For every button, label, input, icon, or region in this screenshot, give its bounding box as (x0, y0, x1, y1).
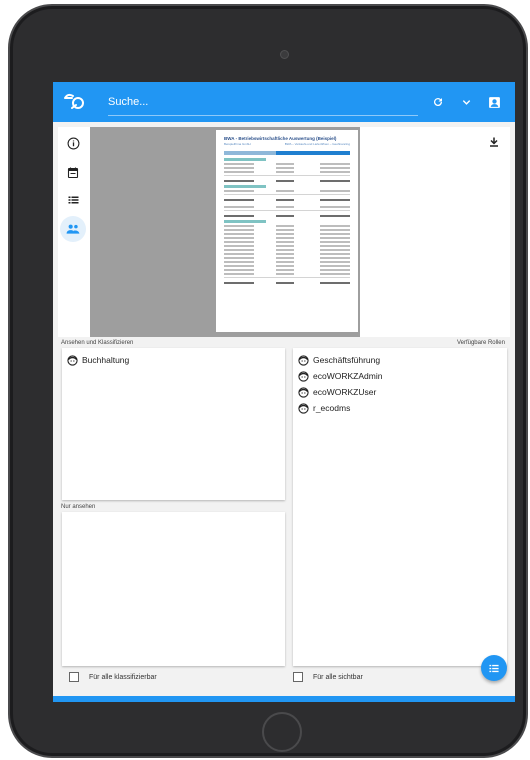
document-line (224, 225, 350, 227)
document-line (224, 167, 350, 169)
tablet-frame: BWA - Betriebswirtschaftliche Auswertung… (8, 4, 528, 758)
account-box-icon[interactable] (485, 93, 503, 111)
classify-all-label: Für alle klassifizierbar (89, 673, 157, 681)
document-line (224, 282, 350, 284)
classify-all-checkbox[interactable] (69, 672, 79, 682)
search-box (108, 88, 418, 116)
document-line (224, 257, 350, 259)
role-name: r_ecodms (313, 403, 351, 413)
document-line (224, 241, 350, 243)
document-line (224, 199, 350, 201)
calendar-icon[interactable] (65, 164, 81, 180)
document-table-header (224, 151, 350, 155)
visible-all-label: Für alle sichtbar (313, 673, 363, 681)
document-line (224, 261, 350, 263)
view-only-roles-list[interactable] (62, 512, 285, 666)
face-icon (67, 354, 78, 366)
document-subtitle-row: Beispielfirma GmbH BWA – Verkaufs-und Li… (224, 142, 350, 146)
face-icon (298, 386, 309, 398)
role-name: ecoWORKZUser (313, 387, 377, 397)
document-section-bar (224, 220, 266, 223)
role-item-geschaeftsfuehrung[interactable]: Geschäftsführung (293, 352, 507, 368)
search-input[interactable] (108, 88, 418, 115)
classify-label: Ansehen und Klassifizieren (61, 340, 134, 346)
document-line (224, 171, 350, 173)
app-screen: BWA - Betriebswirtschaftliche Auswertung… (53, 82, 515, 702)
document-line (224, 253, 350, 255)
document-line (224, 249, 350, 251)
document-separator (224, 277, 350, 278)
document-line (224, 190, 350, 192)
home-button[interactable] (262, 712, 302, 752)
view-only-label: Nur ansehen (61, 504, 96, 510)
document-line (224, 245, 350, 247)
document-line (224, 265, 350, 267)
document-page[interactable]: BWA - Betriebswirtschaftliche Auswertung… (216, 130, 358, 332)
document-line (224, 215, 350, 217)
chevron-down-icon[interactable] (457, 93, 475, 111)
document-line (224, 233, 350, 235)
classify-roles-list[interactable]: Buchhaltung (62, 348, 285, 500)
document-section-bar (224, 185, 266, 188)
document-company: Beispielfirma GmbH (224, 142, 251, 146)
document-title: BWA - Betriebswirtschaftliche Auswertung… (224, 136, 337, 141)
bottom-bar (53, 696, 515, 702)
document-subtitle: BWA – Verkaufs-und Lieferöffnen – Geofin… (284, 142, 350, 146)
face-icon (298, 370, 309, 382)
camera (280, 50, 289, 59)
download-icon[interactable] (488, 135, 500, 153)
document-line (224, 206, 350, 208)
role-item-ecoworkzadmin[interactable]: ecoWORKZAdmin (293, 368, 507, 384)
visible-all-row[interactable]: Für alle sichtbar (293, 666, 363, 688)
role-item-r-ecodms[interactable]: r_ecodms (293, 400, 507, 416)
document-preview-card: BWA - Betriebswirtschaftliche Auswertung… (58, 127, 510, 337)
role-item-buchhaltung[interactable]: Buchhaltung (62, 352, 285, 368)
role-name: Buchhaltung (82, 355, 130, 365)
document-line (224, 269, 350, 271)
face-icon (298, 354, 309, 366)
document-line (224, 163, 350, 165)
document-line (224, 229, 350, 231)
role-name: Geschäftsführung (313, 355, 381, 365)
info-icon[interactable] (65, 135, 81, 151)
ecodms-logo-icon (64, 93, 84, 109)
people-icon[interactable] (65, 221, 81, 237)
list-icon[interactable] (65, 192, 81, 208)
list-fab-button[interactable] (481, 655, 507, 681)
list-icon (489, 664, 499, 672)
refresh-icon[interactable] (429, 93, 447, 111)
document-separator (224, 210, 350, 211)
document-separator (224, 175, 350, 176)
face-icon (298, 402, 309, 414)
classify-all-row[interactable]: Für alle klassifizierbar (69, 666, 157, 688)
document-line (224, 180, 350, 182)
available-roles-label: Verfügbare Rollen (456, 340, 505, 346)
document-line (224, 273, 350, 275)
app-bar (53, 82, 515, 122)
role-name: ecoWORKZAdmin (313, 371, 383, 381)
visible-all-checkbox[interactable] (293, 672, 303, 682)
document-line (224, 237, 350, 239)
document-separator (224, 194, 350, 195)
available-roles-list[interactable]: Geschäftsführung ecoWORKZAdmin ecoWORKZU… (293, 348, 507, 666)
preview-right-margin (360, 127, 510, 337)
role-item-ecoworkzuser[interactable]: ecoWORKZUser (293, 384, 507, 400)
document-section-bar (224, 158, 266, 161)
